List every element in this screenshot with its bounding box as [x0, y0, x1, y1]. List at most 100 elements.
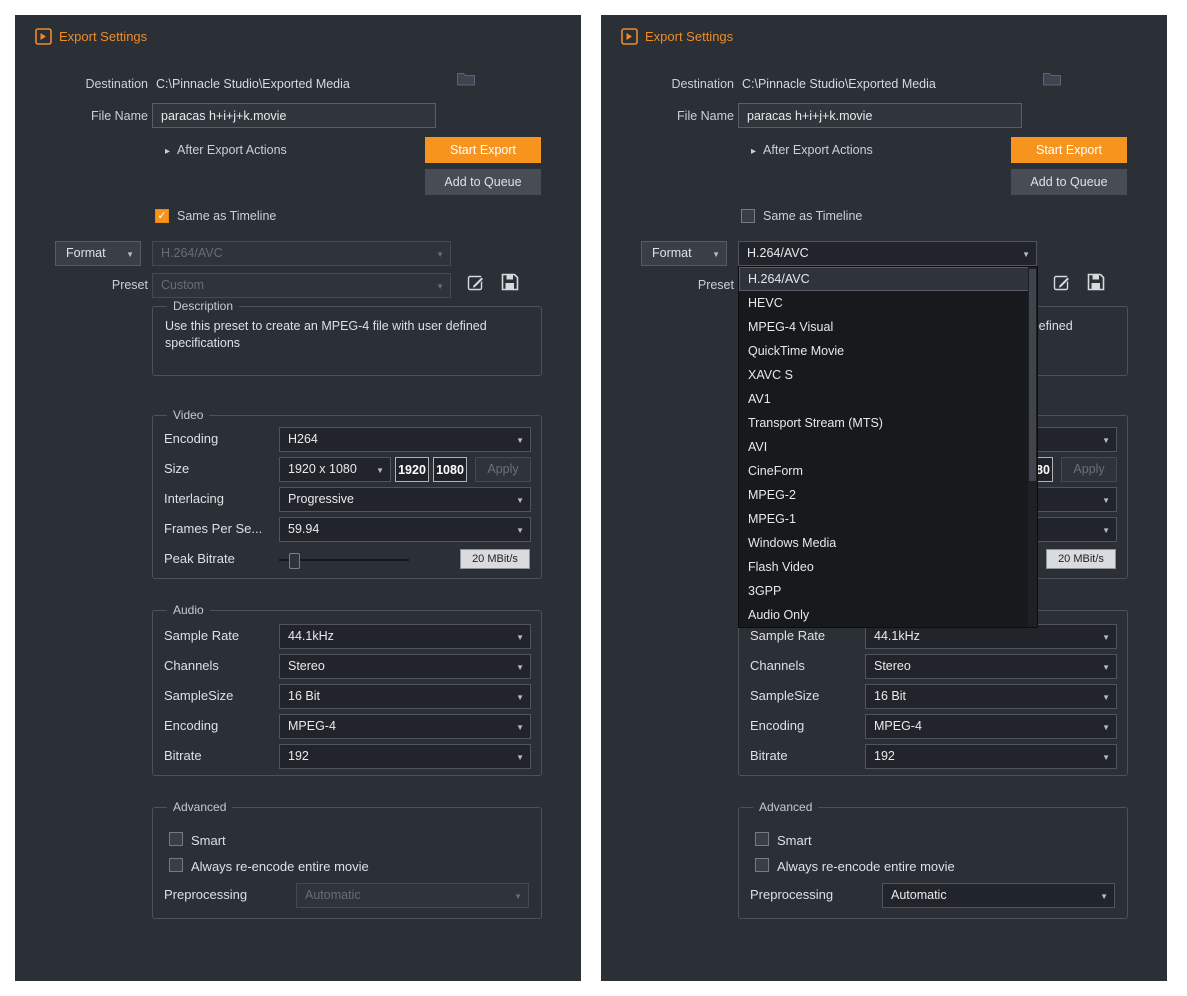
- format-option[interactable]: AVI: [739, 435, 1037, 459]
- save-preset-icon[interactable]: [501, 273, 519, 291]
- format-option[interactable]: XAVC S: [739, 363, 1037, 387]
- chevron-down-icon: ▼: [712, 250, 720, 259]
- format-option[interactable]: Audio Only: [739, 603, 1037, 627]
- format-value: H.264/AVC: [161, 246, 223, 260]
- audio-bitrate-combo[interactable]: 192 ▼: [865, 744, 1117, 769]
- chevron-down-icon: ▼: [1022, 250, 1030, 259]
- video-encoding-combo[interactable]: H264 ▼: [279, 427, 531, 452]
- format-option[interactable]: MPEG-1: [739, 507, 1037, 531]
- sample-rate-label: Sample Rate: [750, 628, 826, 643]
- reencode-checkbox[interactable]: [755, 858, 769, 872]
- audio-bitrate-label: Bitrate: [750, 748, 788, 763]
- format-option[interactable]: 3GPP: [739, 579, 1037, 603]
- sample-rate-value: 44.1kHz: [288, 629, 334, 643]
- after-export-actions[interactable]: ▸ After Export Actions: [165, 141, 287, 159]
- chevron-down-icon: ▼: [1102, 663, 1110, 672]
- format-option[interactable]: Transport Stream (MTS): [739, 411, 1037, 435]
- format-option[interactable]: MPEG-4 Visual: [739, 315, 1037, 339]
- same-as-timeline-checkbox[interactable]: [155, 209, 169, 223]
- start-export-button[interactable]: Start Export: [425, 137, 541, 163]
- chevron-down-icon: ▼: [436, 282, 444, 291]
- same-as-timeline-checkbox[interactable]: [741, 209, 755, 223]
- audio-encoding-combo[interactable]: MPEG-4 ▼: [865, 714, 1117, 739]
- dialog-title: Export Settings: [59, 29, 148, 44]
- format-option[interactable]: HEVC: [739, 291, 1037, 315]
- add-to-queue-button[interactable]: Add to Queue: [425, 169, 541, 195]
- interlacing-value: Progressive: [288, 492, 354, 506]
- chevron-down-icon: ▼: [1102, 436, 1110, 445]
- format-combo[interactable]: H.264/AVC ▼: [738, 241, 1037, 266]
- destination-path: C:\Pinnacle Studio\Exported Media: [742, 77, 936, 91]
- format-selector-chip[interactable]: Format ▼: [641, 241, 727, 266]
- audio-encoding-value: MPEG-4: [874, 719, 922, 733]
- preprocessing-combo[interactable]: Automatic ▼: [882, 883, 1115, 908]
- channels-label: Channels: [750, 658, 805, 673]
- chevron-down-icon: ▼: [516, 633, 524, 642]
- bitrate-value: 20 MBit/s: [1046, 549, 1116, 569]
- reencode-checkbox[interactable]: [169, 858, 183, 872]
- sample-rate-combo[interactable]: 44.1kHz ▼: [279, 624, 531, 649]
- apply-button[interactable]: Apply: [1061, 457, 1117, 482]
- channels-value: Stereo: [874, 659, 911, 673]
- preprocessing-combo[interactable]: Automatic ▼: [296, 883, 529, 908]
- encoding-label: Encoding: [164, 431, 219, 446]
- bitrate-slider-handle[interactable]: [289, 553, 300, 569]
- chevron-down-icon: ▼: [516, 496, 524, 505]
- folder-browse-icon[interactable]: [1043, 72, 1061, 86]
- channels-combo[interactable]: Stereo ▼: [279, 654, 531, 679]
- audio-encoding-combo[interactable]: MPEG-4 ▼: [279, 714, 531, 739]
- edit-preset-icon[interactable]: [1053, 273, 1072, 292]
- preset-combo[interactable]: Custom ▼: [152, 273, 451, 298]
- chevron-down-icon: ▼: [516, 436, 524, 445]
- after-export-actions[interactable]: ▸ After Export Actions: [751, 141, 873, 159]
- format-combo[interactable]: H.264/AVC ▼: [152, 241, 451, 266]
- file-name-input[interactable]: [152, 103, 436, 128]
- add-to-queue-button[interactable]: Add to Queue: [1011, 169, 1127, 195]
- export-settings-icon: [35, 28, 52, 45]
- frames-combo[interactable]: 59.94 ▼: [279, 517, 531, 542]
- chevron-down-icon: ▼: [1102, 526, 1110, 535]
- preset-label: Preset: [111, 278, 148, 292]
- frames-label: Frames Per Se...: [164, 521, 263, 536]
- size-height-input[interactable]: [433, 457, 467, 482]
- format-selector-chip[interactable]: Format ▼: [55, 241, 141, 266]
- format-option[interactable]: QuickTime Movie: [739, 339, 1037, 363]
- format-option[interactable]: Flash Video: [739, 555, 1037, 579]
- start-export-button[interactable]: Start Export: [1011, 137, 1127, 163]
- format-value: H.264/AVC: [747, 246, 809, 260]
- interlacing-combo[interactable]: Progressive ▼: [279, 487, 531, 512]
- samplesize-combo[interactable]: 16 Bit ▼: [279, 684, 531, 709]
- audio-bitrate-combo[interactable]: 192 ▼: [279, 744, 531, 769]
- format-option[interactable]: MPEG-2: [739, 483, 1037, 507]
- advanced-legend: Advanced: [167, 800, 233, 814]
- smart-checkbox[interactable]: [169, 832, 183, 846]
- chevron-down-icon: ▼: [1102, 693, 1110, 702]
- size-preset-combo[interactable]: 1920 x 1080 ▼: [279, 457, 391, 482]
- audio-bitrate-label: Bitrate: [164, 748, 202, 763]
- smart-checkbox[interactable]: [755, 832, 769, 846]
- channels-combo[interactable]: Stereo ▼: [865, 654, 1117, 679]
- samplesize-combo[interactable]: 16 Bit ▼: [865, 684, 1117, 709]
- save-preset-icon[interactable]: [1087, 273, 1105, 291]
- format-option[interactable]: CineForm: [739, 459, 1037, 483]
- channels-label: Channels: [164, 658, 219, 673]
- format-option[interactable]: AV1: [739, 387, 1037, 411]
- samplesize-label: SampleSize: [164, 688, 234, 703]
- audio-bitrate-value: 192: [288, 749, 309, 763]
- chevron-down-icon: ▼: [516, 693, 524, 702]
- file-name-input[interactable]: [738, 103, 1022, 128]
- format-option[interactable]: Windows Media: [739, 531, 1037, 555]
- dropdown-scrollbar-thumb[interactable]: [1029, 269, 1036, 481]
- format-option[interactable]: H.264/AVC: [739, 267, 1037, 291]
- advanced-legend: Advanced: [753, 800, 819, 814]
- chevron-down-icon: ▼: [1102, 723, 1110, 732]
- folder-browse-icon[interactable]: [457, 72, 475, 86]
- size-width-input[interactable]: [395, 457, 429, 482]
- expand-arrow-icon: ▸: [751, 146, 757, 157]
- edit-preset-icon[interactable]: [467, 273, 486, 292]
- chevron-down-icon: ▼: [516, 663, 524, 672]
- preset-label: Preset: [697, 278, 734, 292]
- dropdown-scrollbar[interactable]: [1028, 267, 1037, 627]
- same-as-timeline-label: Same as Timeline: [763, 209, 863, 223]
- apply-button[interactable]: Apply: [475, 457, 531, 482]
